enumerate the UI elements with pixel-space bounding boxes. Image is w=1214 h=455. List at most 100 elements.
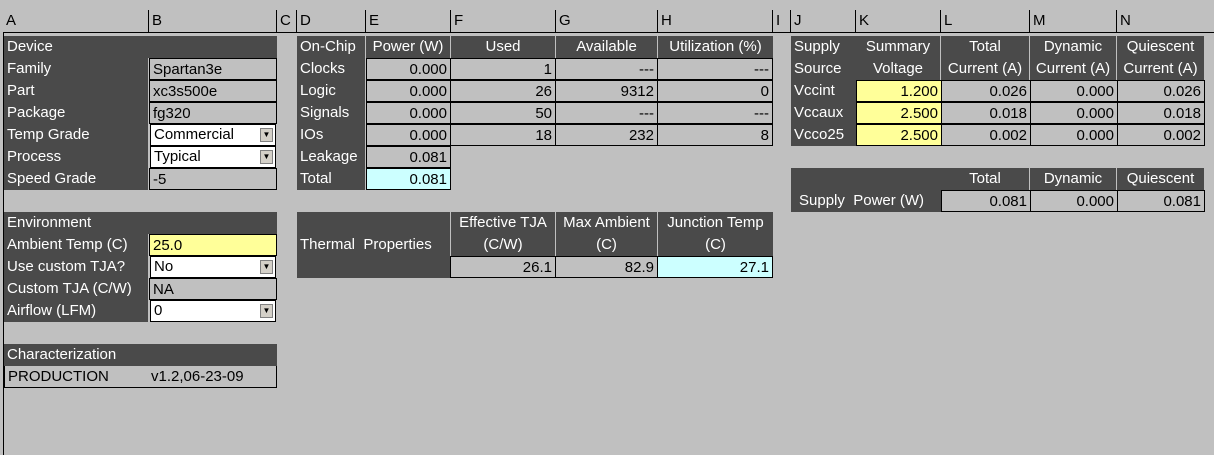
- supply-hdr-top-total: Total: [941, 36, 1029, 58]
- thermal-label-1: Thermal: [300, 236, 356, 253]
- col-header-f[interactable]: F: [451, 10, 556, 33]
- chevron-down-icon[interactable]: ▼: [260, 128, 273, 142]
- onchip-power-ios[interactable]: 0.000: [366, 124, 451, 146]
- onchip-util-ios[interactable]: 8: [657, 124, 773, 146]
- onchip-available-ios[interactable]: 232: [555, 124, 658, 146]
- supply-dynamic-vcco25[interactable]: 0.000: [1030, 124, 1118, 146]
- device-value-family[interactable]: Spartan3e: [149, 58, 277, 80]
- onchip-used-logic[interactable]: 26: [450, 80, 556, 102]
- supply-hdr-top-quiescent: Quiescent: [1117, 36, 1204, 58]
- chevron-down-icon[interactable]: ▼: [260, 150, 273, 164]
- col-header-e[interactable]: E: [366, 10, 451, 33]
- col-header-g[interactable]: G: [556, 10, 658, 33]
- supply-voltage-vccint[interactable]: 1.200: [856, 80, 942, 102]
- onchip-label-logic: Logic: [297, 80, 365, 102]
- device-label-process: Process: [4, 146, 148, 168]
- env-label-custom-tja: Use custom TJA?: [4, 256, 148, 278]
- thermal-header-junction-2: (C): [705, 236, 726, 253]
- ambient-temp-input[interactable]: 25.0: [149, 234, 277, 256]
- thermal-header-max-ambient-2: (C): [596, 236, 617, 253]
- onchip-power-signals[interactable]: 0.000: [366, 102, 451, 124]
- supply-hdr-bot-total-current: Current (A): [941, 58, 1029, 80]
- onchip-header-onchip: On-Chip: [297, 36, 365, 58]
- temp-grade-dropdown[interactable]: Commercial ▼: [150, 124, 276, 146]
- onchip-used-signals[interactable]: 50: [450, 102, 556, 124]
- onchip-power-total[interactable]: 0.081: [366, 168, 451, 190]
- onchip-util-logic[interactable]: 0: [657, 80, 773, 102]
- env-label-custom-tja-cw: Custom TJA (C/W): [4, 278, 148, 300]
- col-header-i[interactable]: I: [773, 10, 791, 33]
- supply-hdr-top-supply: Supply: [791, 36, 856, 58]
- thermal-value-tja[interactable]: 26.1: [450, 256, 556, 278]
- supply-power-total[interactable]: 0.081: [941, 190, 1031, 212]
- onchip-util-clocks[interactable]: ---: [657, 58, 773, 80]
- col-header-n[interactable]: N: [1117, 10, 1214, 33]
- onchip-label-total: Total: [297, 168, 365, 190]
- env-label-airflow: Airflow (LFM): [4, 300, 148, 322]
- onchip-power-clocks[interactable]: 0.000: [366, 58, 451, 80]
- supply-power-quiescent[interactable]: 0.081: [1117, 190, 1205, 212]
- device-value-package[interactable]: fg320: [149, 102, 277, 124]
- supply-dynamic-vccint[interactable]: 0.000: [1030, 80, 1118, 102]
- col-header-m[interactable]: M: [1030, 10, 1117, 33]
- col-header-k[interactable]: K: [856, 10, 941, 33]
- supply-source-vccaux: Vccaux: [791, 102, 856, 124]
- onchip-used-ios[interactable]: 18: [450, 124, 556, 146]
- device-value-speed-grade[interactable]: -5: [149, 168, 277, 190]
- custom-tja-cw-value[interactable]: NA: [149, 278, 277, 300]
- onchip-util-signals[interactable]: ---: [657, 102, 773, 124]
- onchip-label-leakage: Leakage: [297, 146, 365, 168]
- thermal-value-max-ambient[interactable]: 82.9: [555, 256, 658, 278]
- process-dropdown[interactable]: Typical ▼: [150, 146, 276, 168]
- characterization-version: v1.2,06-23-09: [151, 368, 244, 385]
- thermal-value-junction[interactable]: 27.1: [657, 256, 773, 278]
- supply-quiescent-vccint[interactable]: 0.026: [1117, 80, 1205, 102]
- col-header-d[interactable]: D: [297, 10, 366, 33]
- supply-total-vccint[interactable]: 0.026: [941, 80, 1031, 102]
- airflow-dropdown[interactable]: 0 ▼: [150, 300, 276, 322]
- supply-power-header-quiescent: Quiescent: [1117, 168, 1204, 190]
- chevron-down-icon[interactable]: ▼: [260, 260, 273, 274]
- supply-power-header-total: Total: [941, 168, 1029, 190]
- thermal-header-tja-1: Effective TJA: [459, 214, 547, 231]
- onchip-header-power: Power (W): [366, 36, 450, 58]
- col-header-j[interactable]: J: [791, 10, 856, 33]
- onchip-header-available: Available: [556, 36, 657, 58]
- thermal-header-junction-1: Junction Temp: [667, 214, 764, 231]
- device-label-speed-grade: Speed Grade: [4, 168, 148, 190]
- supply-power-dynamic[interactable]: 0.000: [1030, 190, 1118, 212]
- supply-power-header-dynamic: Dynamic: [1030, 168, 1116, 190]
- col-header-h[interactable]: H: [658, 10, 773, 33]
- chevron-down-icon[interactable]: ▼: [260, 304, 273, 318]
- onchip-available-logic[interactable]: 9312: [555, 80, 658, 102]
- onchip-label-signals: Signals: [297, 102, 365, 124]
- supply-source-vccint: Vccint: [791, 80, 856, 102]
- onchip-used-clocks[interactable]: 1: [450, 58, 556, 80]
- onchip-power-logic[interactable]: 0.000: [366, 80, 451, 102]
- col-header-b[interactable]: B: [149, 10, 277, 33]
- supply-quiescent-vcco25[interactable]: 0.002: [1117, 124, 1205, 146]
- supply-total-vcco25[interactable]: 0.002: [941, 124, 1031, 146]
- col-header-c[interactable]: C: [277, 10, 297, 33]
- thermal-header-max-ambient-1: Max Ambient: [563, 214, 650, 231]
- device-label-package: Package: [4, 102, 148, 124]
- onchip-available-clocks[interactable]: ---: [555, 58, 658, 80]
- onchip-power-leakage[interactable]: 0.081: [366, 146, 451, 168]
- device-label-family: Family: [4, 58, 148, 80]
- supply-voltage-vcco25[interactable]: 2.500: [856, 124, 942, 146]
- supply-dynamic-vccaux[interactable]: 0.000: [1030, 102, 1118, 124]
- supply-total-vccaux[interactable]: 0.018: [941, 102, 1031, 124]
- supply-hdr-bot-voltage: Voltage: [856, 58, 940, 80]
- col-header-a[interactable]: A: [3, 10, 149, 33]
- supply-hdr-top-dynamic: Dynamic: [1030, 36, 1116, 58]
- custom-tja-dropdown[interactable]: No ▼: [150, 256, 276, 278]
- supply-quiescent-vccaux[interactable]: 0.018: [1117, 102, 1205, 124]
- supply-hdr-bot-quiescent-current: Current (A): [1117, 58, 1204, 80]
- device-value-part[interactable]: xc3s500e: [149, 80, 277, 102]
- onchip-available-signals[interactable]: ---: [555, 102, 658, 124]
- thermal-header-tja-2: (C/W): [483, 236, 523, 253]
- supply-voltage-vccaux[interactable]: 2.500: [856, 102, 942, 124]
- temp-grade-value: Commercial: [154, 126, 235, 143]
- thermal-label: Thermal Properties: [297, 212, 450, 278]
- col-header-l[interactable]: L: [941, 10, 1030, 33]
